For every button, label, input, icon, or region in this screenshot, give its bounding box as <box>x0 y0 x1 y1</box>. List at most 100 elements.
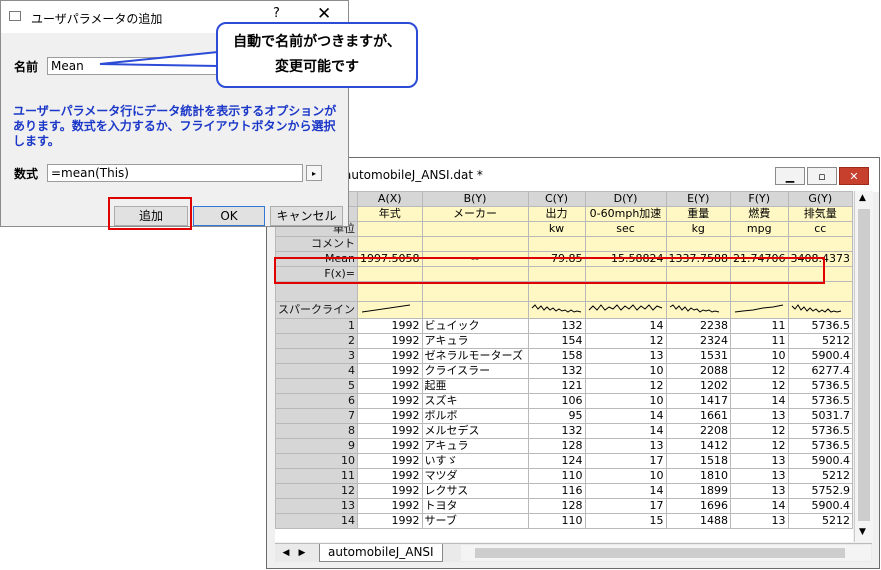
comment-cell[interactable] <box>421 236 529 252</box>
data-cell[interactable]: 1992 <box>357 348 423 364</box>
data-cell[interactable]: 1992 <box>357 468 423 484</box>
data-cell[interactable]: 1531 <box>665 348 731 364</box>
data-cell[interactable]: ボルボ <box>421 408 529 424</box>
data-cell[interactable]: 1992 <box>357 333 423 349</box>
data-cell[interactable]: 116 <box>527 483 586 499</box>
data-cell[interactable]: 1992 <box>357 318 423 334</box>
data-cell[interactable]: 13 <box>584 348 667 364</box>
data-cell[interactable]: 1992 <box>357 363 423 379</box>
data-cell[interactable]: トヨタ <box>421 498 529 514</box>
row-header[interactable]: 8 <box>275 423 358 439</box>
row-header[interactable]: 11 <box>275 468 358 484</box>
data-cell[interactable]: 15 <box>584 513 667 529</box>
data-cell[interactable]: マツダ <box>421 468 529 484</box>
units-cell[interactable] <box>421 221 529 237</box>
units-cell[interactable]: cc <box>787 221 853 237</box>
data-cell[interactable]: 17 <box>584 498 667 514</box>
data-cell[interactable]: 13 <box>730 483 789 499</box>
comment-cell[interactable] <box>665 236 731 252</box>
data-cell[interactable]: 1696 <box>665 498 731 514</box>
data-cell[interactable]: 5736.5 <box>787 378 853 394</box>
data-cell[interactable]: 10 <box>730 348 789 364</box>
units-cell[interactable]: kg <box>665 221 731 237</box>
row-header[interactable]: 1 <box>275 318 358 334</box>
data-cell[interactable]: 1992 <box>357 408 423 424</box>
data-cell[interactable]: 12 <box>730 438 789 454</box>
ok-button[interactable]: OK <box>193 206 265 226</box>
row-header-sparklines[interactable]: スパークライン <box>275 301 358 319</box>
data-cell[interactable]: 1412 <box>665 438 731 454</box>
data-cell[interactable]: スズキ <box>421 393 529 409</box>
row-header[interactable]: 12 <box>275 483 358 499</box>
data-cell[interactable]: 13 <box>730 513 789 529</box>
data-cell[interactable]: アキュラ <box>421 333 529 349</box>
blank-cell[interactable] <box>527 281 586 302</box>
blank-cell[interactable] <box>357 281 423 302</box>
next-sheet-icon[interactable]: ▶ <box>295 546 309 560</box>
data-cell[interactable]: 14 <box>584 423 667 439</box>
close-icon[interactable]: ✕ <box>317 4 331 24</box>
minimize-icon[interactable]: ▁ <box>775 167 805 185</box>
row-header[interactable]: 4 <box>275 363 358 379</box>
row-header-blank[interactable] <box>275 281 358 302</box>
data-cell[interactable]: 5212 <box>787 333 853 349</box>
data-cell[interactable]: 14 <box>584 408 667 424</box>
close-icon[interactable]: ✕ <box>839 167 869 185</box>
data-cell[interactable]: 10 <box>584 393 667 409</box>
data-cell[interactable]: 10 <box>584 363 667 379</box>
data-cell[interactable]: 12 <box>730 363 789 379</box>
data-cell[interactable]: 132 <box>527 423 586 439</box>
sparkline-cell[interactable] <box>730 301 789 319</box>
data-cell[interactable]: 5736.5 <box>787 393 853 409</box>
data-cell[interactable]: メルセデス <box>421 423 529 439</box>
data-cell[interactable]: 121 <box>527 378 586 394</box>
data-cell[interactable]: レクサス <box>421 483 529 499</box>
data-cell[interactable]: 1992 <box>357 393 423 409</box>
scroll-up-icon[interactable]: ▲ <box>859 193 866 203</box>
data-cell[interactable]: 124 <box>527 453 586 469</box>
data-cell[interactable]: 5736.5 <box>787 423 853 439</box>
column-header[interactable]: C(Y) <box>527 191 586 207</box>
data-cell[interactable]: 1417 <box>665 393 731 409</box>
comment-cell[interactable] <box>787 236 853 252</box>
data-cell[interactable]: 5212 <box>787 513 853 529</box>
data-cell[interactable]: 95 <box>527 408 586 424</box>
data-cell[interactable]: 1810 <box>665 468 731 484</box>
data-cell[interactable]: 1992 <box>357 438 423 454</box>
blank-cell[interactable] <box>730 281 789 302</box>
data-cell[interactable]: 1992 <box>357 423 423 439</box>
data-cell[interactable]: 13 <box>730 468 789 484</box>
data-cell[interactable]: 5736.5 <box>787 438 853 454</box>
data-cell[interactable]: 12 <box>730 423 789 439</box>
comment-cell[interactable] <box>730 236 789 252</box>
data-cell[interactable]: 12 <box>730 378 789 394</box>
data-cell[interactable]: 14 <box>730 393 789 409</box>
data-cell[interactable]: 5752.9 <box>787 483 853 499</box>
data-cell[interactable]: 1992 <box>357 513 423 529</box>
horizontal-scrollbar[interactable] <box>461 545 871 561</box>
data-cell[interactable]: 10 <box>584 468 667 484</box>
data-cell[interactable]: 1899 <box>665 483 731 499</box>
data-cell[interactable]: 6277.4 <box>787 363 853 379</box>
formula-field[interactable]: =mean(This) <box>47 164 303 182</box>
blank-cell[interactable] <box>787 281 853 302</box>
data-cell[interactable]: 起亜 <box>421 378 529 394</box>
scroll-down-icon[interactable]: ▼ <box>859 527 866 537</box>
data-cell[interactable]: 128 <box>527 438 586 454</box>
vertical-scrollbar[interactable]: ▲ ▼ <box>854 191 873 542</box>
sparkline-cell[interactable] <box>357 301 423 319</box>
data-cell[interactable]: 5212 <box>787 468 853 484</box>
column-header[interactable]: G(Y) <box>787 191 853 207</box>
sparkline-cell[interactable] <box>665 301 731 319</box>
column-header[interactable]: B(Y) <box>421 191 529 207</box>
comment-cell[interactable] <box>584 236 667 252</box>
comment-cell[interactable] <box>357 236 423 252</box>
units-cell[interactable]: sec <box>584 221 667 237</box>
horizontal-scroll-thumb[interactable] <box>475 548 845 558</box>
sparkline-cell[interactable] <box>421 301 529 319</box>
long-name-cell[interactable]: 排気量 <box>787 206 853 222</box>
data-cell[interactable]: 2238 <box>665 318 731 334</box>
prev-sheet-icon[interactable]: ◀ <box>279 546 293 560</box>
data-cell[interactable]: 5900.4 <box>787 348 853 364</box>
long-name-cell[interactable]: 出力 <box>527 206 586 222</box>
